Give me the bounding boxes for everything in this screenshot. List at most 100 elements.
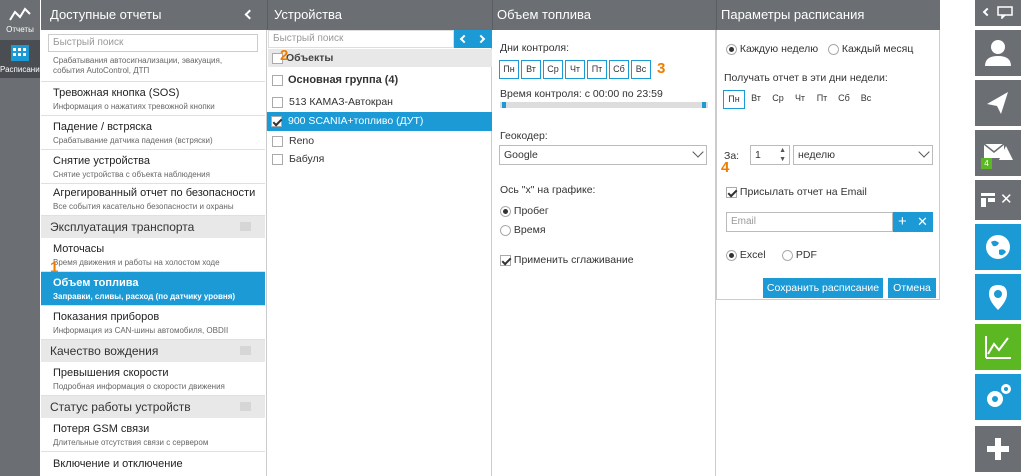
day-thu[interactable]: Чт [565, 60, 585, 79]
alerts-button[interactable]: 4 [975, 130, 1021, 176]
layout-icon[interactable] [981, 193, 995, 207]
fmt-pdf[interactable]: PDF [782, 249, 817, 261]
report-title: Моточасы [53, 243, 105, 255]
collapse-right-icon[interactable] [982, 7, 992, 17]
reports-button[interactable] [975, 324, 1021, 370]
add-email-icon[interactable]: + [898, 212, 907, 231]
report-desc: Подробная информация о скорости движения [53, 382, 225, 391]
cancel-button[interactable]: Отмена [888, 278, 936, 298]
period-unit-value: неделю [798, 149, 836, 161]
nav-reports[interactable]: Отчеты [0, 0, 40, 38]
email-check-label: Присылать отчет на Email [739, 186, 867, 198]
schedule-title: Параметры расписания [721, 7, 865, 22]
opt-weekly[interactable]: Каждую неделю [726, 43, 818, 55]
report-item-fall[interactable]: Падение / встряска Срабатывание датчика … [41, 116, 265, 150]
next-icon[interactable] [476, 34, 486, 44]
sched-day-mon[interactable]: Пн [723, 90, 745, 109]
group-device-status[interactable]: Статус работы устройств [41, 396, 265, 418]
prev-icon[interactable] [459, 34, 469, 44]
device-checkbox[interactable] [271, 115, 282, 127]
period-count-stepper[interactable]: 1 ▲ ▼ [750, 145, 790, 165]
day-wed[interactable]: Ср [543, 60, 563, 79]
device-row[interactable]: 513 КАМАЗ-Автокран [268, 93, 490, 112]
group-driving[interactable]: Качество вождения [41, 340, 265, 362]
sched-day-thu[interactable]: Чт [790, 90, 810, 109]
day-tue[interactable]: Вт [521, 60, 541, 79]
report-item-sos[interactable]: Тревожная кнопка (SOS) Информация о нажа… [41, 82, 265, 116]
objects-header[interactable]: Объекты [268, 49, 492, 67]
radio-pdf[interactable] [782, 249, 793, 261]
day-sat[interactable]: Сб [609, 60, 629, 79]
globe-icon [986, 235, 1010, 259]
fmt-excel[interactable]: Excel [726, 249, 766, 261]
day-sun[interactable]: Вс [631, 60, 651, 79]
nav-reports-label: Отчеты [6, 25, 34, 34]
sched-day-wed[interactable]: Ср [768, 90, 788, 109]
group-transport[interactable]: Эксплуатация транспорта [41, 216, 265, 238]
group-main[interactable]: Основная группа (4) [268, 70, 492, 90]
slider-handle-end[interactable] [702, 102, 706, 108]
group-toggle-icon[interactable] [240, 346, 251, 355]
profile-button[interactable] [975, 30, 1021, 76]
report-item-gsm[interactable]: Потеря GSM связи Длительные отсутствия с… [41, 418, 265, 452]
chat-icon[interactable] [997, 6, 1013, 19]
smoothing-checkbox[interactable] [500, 254, 511, 266]
radio-mileage[interactable] [500, 205, 511, 217]
email-input[interactable]: Email [726, 212, 893, 232]
opt-monthly[interactable]: Каждый месяц [828, 43, 913, 55]
clear-email-icon[interactable]: ✕ [917, 212, 928, 231]
navigation-button[interactable] [975, 80, 1021, 126]
add-button[interactable] [975, 426, 1021, 472]
list-item[interactable]: Срабатывания автосигнализации, эвакуация… [41, 54, 265, 82]
group-toggle-icon[interactable] [240, 402, 251, 411]
radio-monthly[interactable] [828, 43, 839, 55]
report-item-speeding[interactable]: Превышения скорости Подробная информация… [41, 362, 265, 396]
nav-schedule[interactable]: Расписание [0, 40, 44, 78]
sched-day-tue[interactable]: Вт [746, 90, 766, 109]
report-item-aggregated[interactable]: Агрегированный отчет по безопасности Все… [41, 184, 265, 216]
device-checkbox[interactable] [272, 135, 283, 147]
group-checkbox[interactable] [272, 74, 283, 86]
day-mon[interactable]: Пн [499, 60, 519, 79]
radio-weekly[interactable] [726, 43, 737, 55]
globe-button[interactable] [975, 224, 1021, 270]
radio-excel[interactable] [726, 249, 737, 261]
day-fri[interactable]: Пт [587, 60, 607, 79]
device-checkbox[interactable] [272, 153, 283, 165]
group-toggle-icon[interactable] [240, 222, 251, 231]
stepper-arrows-icon[interactable]: ▲ ▼ [779, 146, 786, 164]
devices-search-input[interactable]: Быстрый поиск [268, 30, 454, 48]
slider-handle-start[interactable] [502, 102, 506, 108]
report-desc: Информация о нажатиях тревожной кнопки [53, 102, 215, 111]
pager [454, 30, 492, 48]
device-checkbox[interactable] [272, 96, 283, 108]
device-row-selected[interactable]: 900 SCANIA+топливо (ДУТ) [267, 112, 492, 131]
report-item-fuel[interactable]: Объем топлива Заправки, сливы, расход (п… [41, 272, 265, 306]
opt-time[interactable]: Время [500, 224, 546, 236]
settings-button[interactable] [975, 374, 1021, 420]
close-icon[interactable]: ✕ [1000, 190, 1013, 208]
device-row[interactable]: Бабуля [268, 150, 490, 169]
report-item-gauges[interactable]: Показания приборов Информация из CAN-шин… [41, 306, 265, 340]
report-item-onoff[interactable]: Включение и отключение [41, 452, 265, 476]
collapse-left-icon[interactable] [244, 9, 255, 20]
email-option[interactable]: Присылать отчет на Email [726, 186, 867, 198]
save-schedule-button[interactable]: Сохранить расписание [763, 278, 883, 298]
geocoder-value: Google [504, 149, 538, 161]
location-button[interactable] [975, 274, 1021, 320]
marker-4: 4 [721, 159, 730, 176]
smoothing-option[interactable]: Применить сглаживание [500, 254, 634, 266]
geocoder-select[interactable]: Google [499, 145, 707, 165]
radio-time[interactable] [500, 224, 511, 236]
sched-day-sat[interactable]: Сб [834, 90, 854, 109]
reports-search-input[interactable]: Быстрый поиск [48, 34, 258, 52]
sched-day-fri[interactable]: Пт [812, 90, 832, 109]
email-checkbox[interactable] [726, 186, 737, 198]
time-slider[interactable] [500, 102, 708, 108]
report-item-removal[interactable]: Снятие устройства Снятие устройства с об… [41, 150, 265, 184]
opt-mileage[interactable]: Пробег [500, 205, 549, 217]
period-unit-select[interactable]: неделю [793, 145, 933, 165]
device-row[interactable]: Reno [268, 132, 490, 151]
sched-day-sun[interactable]: Вс [856, 90, 876, 109]
report-item-motohours[interactable]: Моточасы Время движения и работы на холо… [41, 238, 265, 272]
